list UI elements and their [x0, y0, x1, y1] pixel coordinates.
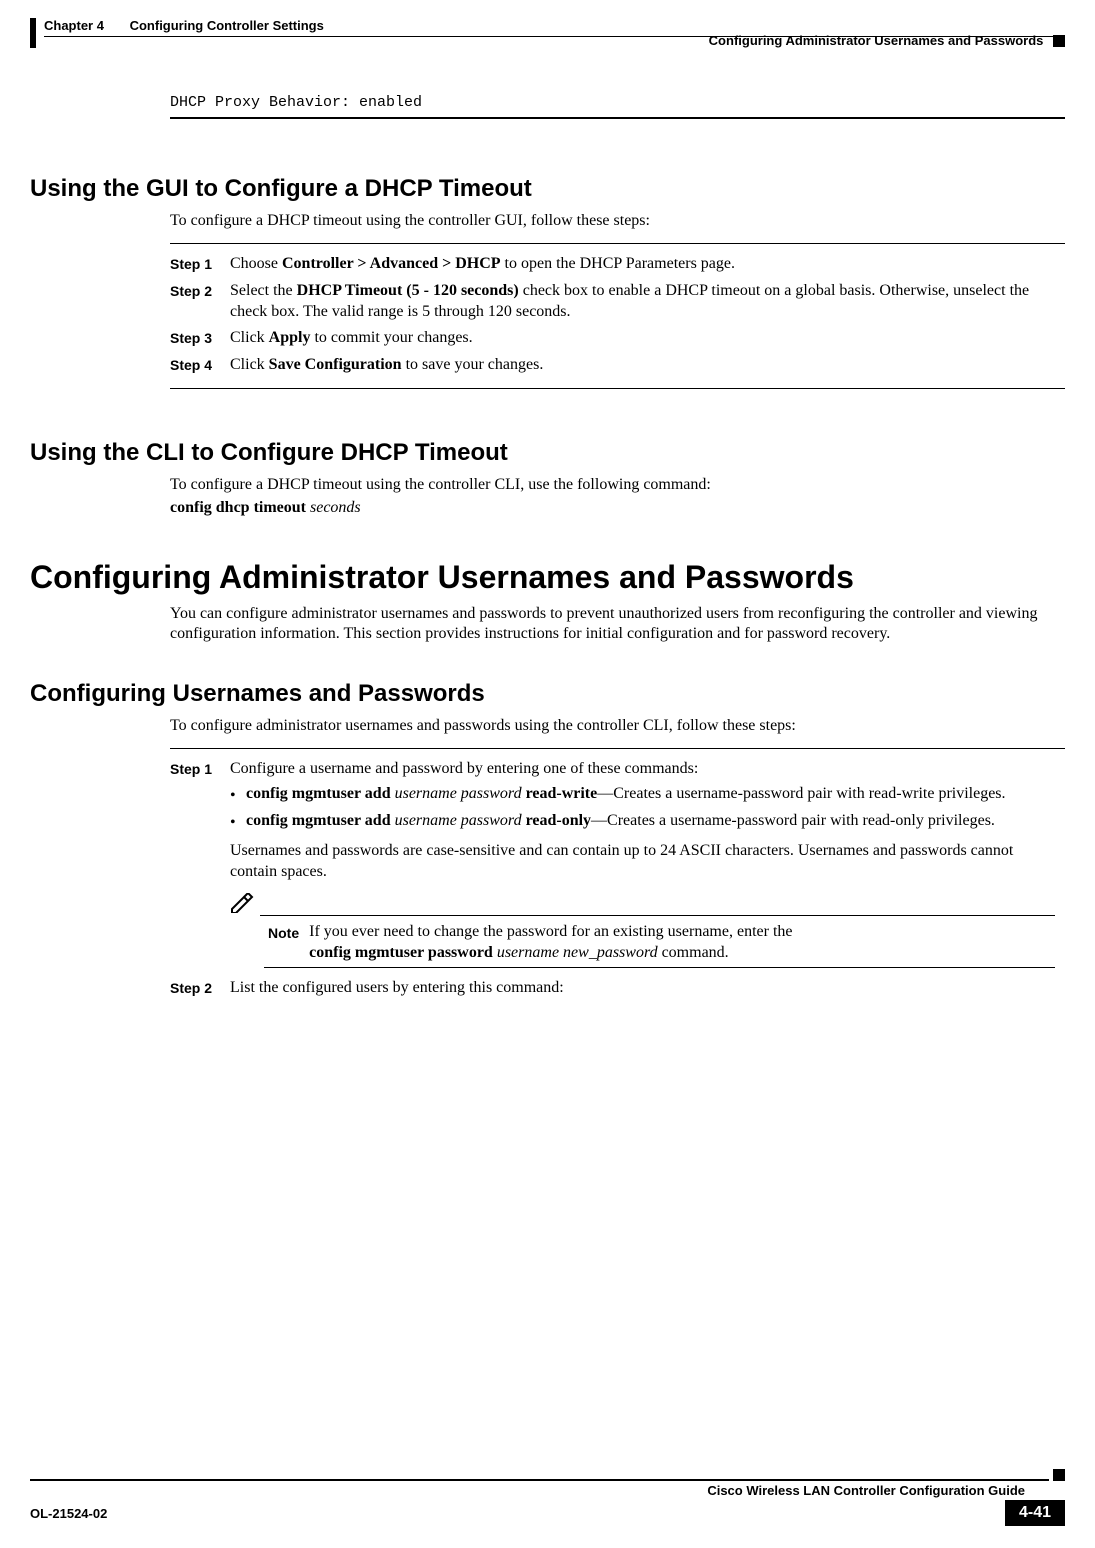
chapter-number: Chapter 4 — [44, 18, 104, 33]
step-label: Step 1 — [170, 254, 230, 275]
paragraph: To configure a DHCP timeout using the co… — [170, 475, 1055, 495]
header-bar-icon — [30, 18, 36, 48]
step-body: Click Apply to commit your changes. — [230, 328, 473, 349]
step-row: Step 2 Select the DHCP Timeout (5 - 120 … — [170, 281, 1055, 323]
footer-doc-id: OL-21524-02 — [30, 1506, 107, 1521]
note-icon — [230, 893, 254, 920]
step-body: Choose Controller > Advanced > DHCP to o… — [230, 254, 735, 275]
section-rule — [170, 117, 1065, 119]
page-header: Chapter 4 Configuring Controller Setting… — [30, 18, 1065, 48]
step-label: Step 2 — [170, 978, 230, 999]
step-label: Step 4 — [170, 355, 230, 376]
step-rule — [170, 748, 1065, 749]
header-right: Configuring Administrator Usernames and … — [709, 18, 1065, 48]
step-rule — [170, 243, 1065, 244]
footer-rule — [30, 1479, 1049, 1481]
step-label: Step 1 — [170, 759, 230, 968]
code-output: DHCP Proxy Behavior: enabled — [170, 94, 1065, 111]
step-body: Click Save Configuration to save your ch… — [230, 355, 543, 376]
bullet-icon: • — [230, 811, 246, 834]
footer-guide-title: Cisco Wireless LAN Controller Configurat… — [30, 1483, 1025, 1498]
step-row: Step 2 List the configured users by ente… — [170, 978, 1055, 999]
note-label: Note — [268, 922, 299, 942]
step-row: Step 1 Configure a username and password… — [170, 759, 1055, 968]
step-row: Step 1 Choose Controller > Advanced > DH… — [170, 254, 1055, 275]
bullet-item: • config mgmtuser add username password … — [230, 811, 1055, 834]
step-row: Step 3 Click Apply to commit your change… — [170, 328, 1055, 349]
header-rule — [44, 36, 1065, 37]
paragraph: You can configure administrator username… — [170, 604, 1055, 644]
footer-square-icon — [1053, 1469, 1065, 1481]
step-row: Step 4 Click Save Configuration to save … — [170, 355, 1055, 376]
bullet-icon: • — [230, 784, 246, 807]
heading-configuring-usernames-passwords: Configuring Usernames and Passwords — [30, 680, 1065, 708]
step-body: Select the DHCP Timeout (5 - 120 seconds… — [230, 281, 1055, 323]
note-text: If you ever need to change the password … — [309, 922, 792, 964]
paragraph: To configure a DHCP timeout using the co… — [170, 211, 1055, 231]
step-rule — [170, 388, 1065, 389]
heading-gui-dhcp-timeout: Using the GUI to Configure a DHCP Timeou… — [30, 175, 1065, 203]
divider — [264, 967, 1055, 968]
step-body: Configure a username and password by ent… — [230, 759, 1055, 968]
step-body: List the configured users by entering th… — [230, 978, 564, 999]
paragraph: Usernames and passwords are case-sensiti… — [230, 841, 1055, 883]
page-number: 4-41 — [1005, 1500, 1065, 1526]
page-footer: Cisco Wireless LAN Controller Configurat… — [30, 1469, 1065, 1526]
bullet-item: • config mgmtuser add username password … — [230, 784, 1055, 807]
step-label: Step 2 — [170, 281, 230, 323]
command-line: config dhcp timeout seconds — [170, 499, 1065, 517]
heading-cli-dhcp-timeout: Using the CLI to Configure DHCP Timeout — [30, 439, 1065, 467]
step-label: Step 3 — [170, 328, 230, 349]
heading-admin-usernames-passwords: Configuring Administrator Usernames and … — [30, 559, 1065, 596]
note-block: Note If you ever need to change the pass… — [230, 893, 1055, 968]
divider — [260, 915, 1055, 916]
paragraph: To configure administrator usernames and… — [170, 716, 1055, 736]
chapter-title: Configuring Controller Settings — [130, 18, 324, 33]
